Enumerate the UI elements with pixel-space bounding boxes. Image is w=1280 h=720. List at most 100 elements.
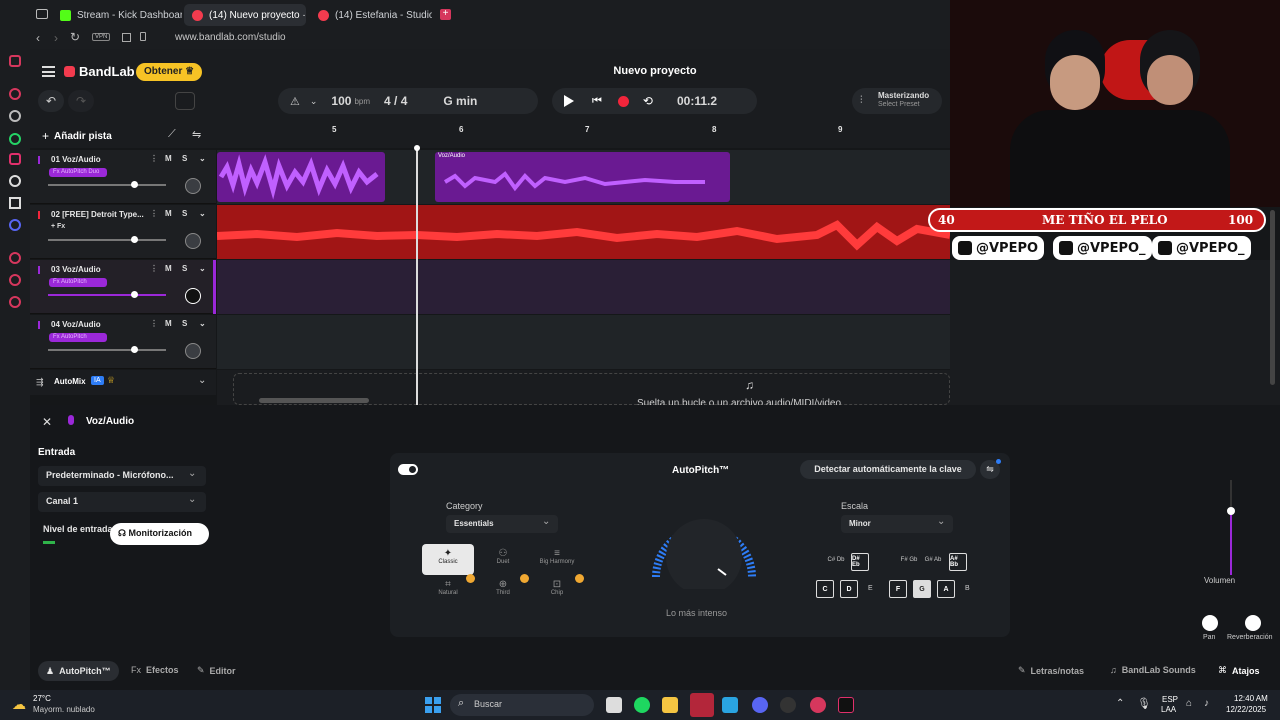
discord-icon[interactable] bbox=[9, 219, 21, 231]
tiktok-icon[interactable] bbox=[838, 697, 854, 713]
track-lane[interactable] bbox=[217, 260, 950, 314]
back-icon[interactable]: ‹ bbox=[36, 31, 40, 45]
category-select[interactable]: Essentials ⌄ bbox=[446, 515, 558, 533]
track-name[interactable]: 01 Voz/Audio bbox=[51, 155, 101, 164]
track-header[interactable]: 02 [FREE] Detroit Type... + Fx ⋮ M S ⌄ bbox=[30, 205, 216, 259]
pan-knob[interactable] bbox=[185, 178, 201, 194]
drag-handle-icon[interactable] bbox=[38, 156, 40, 164]
chevron-down-icon[interactable]: ⌄ bbox=[199, 209, 206, 218]
playhead[interactable] bbox=[414, 145, 420, 405]
weather-temp[interactable]: 27°C bbox=[33, 694, 51, 703]
reload-icon[interactable]: ↻ bbox=[70, 30, 80, 44]
task-view-icon[interactable] bbox=[606, 697, 622, 713]
key-value[interactable]: G min bbox=[443, 94, 477, 108]
key-a[interactable]: A bbox=[937, 580, 955, 598]
bandlab-logo[interactable]: BandLab bbox=[64, 64, 135, 79]
pan-knob[interactable] bbox=[185, 343, 201, 359]
monitoring-button[interactable]: ☊ Monitorización bbox=[110, 523, 209, 545]
volume-slider[interactable] bbox=[48, 291, 166, 298]
clock-date[interactable]: 12/22/2025 bbox=[1226, 705, 1266, 714]
key-c-sharp[interactable]: C# Db bbox=[827, 557, 845, 563]
fx-tag[interactable]: Fx AutoPitch bbox=[49, 333, 107, 342]
more-icon[interactable]: ⋮ bbox=[150, 264, 158, 273]
audio-clip[interactable] bbox=[217, 152, 385, 202]
project-title[interactable]: Nuevo proyecto bbox=[600, 65, 710, 77]
volume-icon[interactable]: ♪ bbox=[1204, 698, 1209, 709]
x-icon[interactable] bbox=[9, 197, 21, 209]
weather-desc[interactable]: Mayorm. nublado bbox=[33, 705, 95, 714]
preset-big-harmony[interactable]: ≡ Big Harmony bbox=[531, 544, 583, 575]
undo-button[interactable]: ↶ bbox=[38, 90, 64, 112]
vpn-badge[interactable]: VPN bbox=[92, 33, 111, 41]
more-icon[interactable]: ⋮ bbox=[150, 154, 158, 163]
opera-taskbar-icon[interactable] bbox=[690, 693, 714, 717]
tab-lyrics[interactable]: ✎ Letras/notas bbox=[1018, 665, 1084, 676]
obtener-button[interactable]: Obtener ♕ bbox=[136, 63, 203, 81]
snapshot-icon[interactable] bbox=[122, 33, 131, 42]
sidebar-app-icon[interactable] bbox=[9, 55, 21, 67]
key-a-sharp[interactable]: A# Bb bbox=[949, 553, 967, 571]
intensity-knob[interactable] bbox=[648, 507, 760, 595]
mute-button[interactable]: M bbox=[165, 264, 172, 273]
timeline-ruler[interactable]: 5 6 7 8 9 bbox=[217, 123, 950, 148]
tab-shortcuts[interactable]: ⌘ Atajos bbox=[1218, 665, 1260, 676]
volume-fader-handle[interactable] bbox=[1227, 507, 1235, 515]
tab-bandlab-sounds[interactable]: ♫ BandLab Sounds bbox=[1110, 665, 1196, 675]
more-icon[interactable]: ⋮ bbox=[150, 319, 158, 328]
preset-natural[interactable]: ⌗ Natural bbox=[422, 577, 474, 608]
volume-slider[interactable] bbox=[48, 236, 166, 243]
preset-chip[interactable]: ⊡ Chip bbox=[531, 577, 583, 608]
track-header[interactable]: 01 Voz/Audio Fx AutoPitch Duo ⋮ M S ⌄ bbox=[30, 150, 216, 204]
key-f[interactable]: F bbox=[889, 580, 907, 598]
chevron-down-icon[interactable]: ⌄ bbox=[199, 264, 206, 273]
drag-handle-icon[interactable] bbox=[38, 266, 40, 274]
audio-clip[interactable]: Voz/Audio bbox=[435, 152, 730, 202]
workspace-icon[interactable] bbox=[36, 9, 48, 19]
mute-button[interactable]: M bbox=[165, 209, 172, 218]
more-icon[interactable]: ⋮ bbox=[150, 209, 158, 218]
track-name[interactable]: 03 Voz/Audio bbox=[51, 265, 101, 274]
whatsapp-icon[interactable] bbox=[9, 133, 21, 145]
history-icon[interactable] bbox=[9, 252, 21, 264]
input-device-select[interactable]: Predeterminado - Micrófono... ⌄ bbox=[38, 466, 206, 486]
loop-icon[interactable]: ⟲ bbox=[643, 94, 653, 108]
chevron-down-icon[interactable]: ⌄ bbox=[199, 319, 206, 328]
add-fx-button[interactable]: + Fx bbox=[51, 223, 65, 230]
preset-duet[interactable]: ⚇ Duet bbox=[477, 544, 529, 575]
solo-button[interactable]: S bbox=[182, 209, 187, 218]
file-explorer-icon[interactable] bbox=[662, 697, 678, 713]
key-e[interactable]: E bbox=[868, 585, 873, 592]
mastering-button[interactable]: ⫶ Masterizando Select Preset bbox=[852, 88, 942, 114]
scale-select[interactable]: Minor ⌄ bbox=[841, 515, 953, 533]
tab-nuevo-proyecto[interactable]: (14) Nuevo proyecto · bbox=[184, 4, 306, 26]
language-code[interactable]: ESP bbox=[1162, 695, 1178, 704]
pan-knob[interactable] bbox=[1202, 615, 1218, 631]
drag-handle-icon[interactable] bbox=[38, 211, 40, 219]
opera-gx-icon[interactable] bbox=[810, 697, 826, 713]
windows-start-icon[interactable] bbox=[425, 697, 441, 713]
discord-icon[interactable] bbox=[752, 697, 768, 713]
language-layout[interactable]: LAA bbox=[1161, 705, 1176, 714]
mic-icon[interactable]: 🎙 bbox=[1137, 697, 1151, 710]
taskbar-search[interactable]: ⌕ Buscar bbox=[450, 694, 594, 716]
solo-button[interactable]: S bbox=[182, 154, 187, 163]
chevron-down-icon[interactable]: ⌄ bbox=[199, 154, 206, 163]
close-icon[interactable]: ✕ bbox=[42, 415, 52, 429]
track-header[interactable]: 03 Voz/Audio Fx AutoPitch ⋮ M S ⌄ bbox=[30, 260, 216, 314]
redo-button[interactable]: ↷ bbox=[68, 90, 94, 112]
pan-knob[interactable] bbox=[185, 288, 201, 304]
track-lane[interactable]: Voz/Audio bbox=[217, 150, 950, 204]
clock-time[interactable]: 12:40 AM bbox=[1234, 694, 1268, 703]
tab-autopitch[interactable]: ♟ AutoPitch™ bbox=[38, 661, 119, 681]
tool-icon[interactable]: ⟋ bbox=[168, 128, 176, 141]
horizontal-scrollbar[interactable] bbox=[259, 398, 369, 403]
fx-tag[interactable]: Fx AutoPitch Duo bbox=[49, 168, 107, 177]
skip-back-icon[interactable]: ⏮ bbox=[592, 95, 602, 108]
drag-handle-icon[interactable] bbox=[38, 321, 40, 329]
network-icon[interactable]: ⌂ bbox=[1186, 698, 1192, 709]
filter-icon[interactable]: ⇋ bbox=[192, 128, 201, 141]
spotify-icon[interactable] bbox=[634, 697, 650, 713]
clip-icon[interactable] bbox=[175, 92, 195, 110]
volume-slider[interactable] bbox=[48, 346, 166, 353]
key-g-sharp[interactable]: G# Ab bbox=[924, 557, 942, 563]
